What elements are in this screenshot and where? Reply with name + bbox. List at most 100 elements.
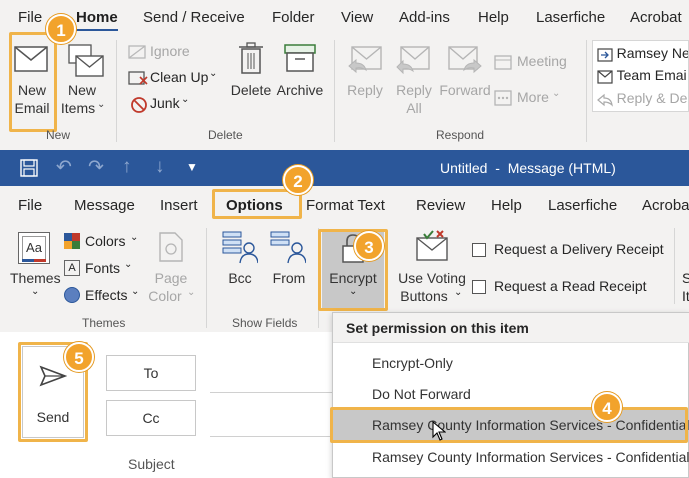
- themes-button[interactable]: Aa Themes ⌄: [10, 228, 61, 304]
- tab-acrobat[interactable]: Acroba: [642, 197, 689, 214]
- menu-item-encrypt-only[interactable]: Encrypt-Only: [332, 348, 689, 379]
- tab-folder[interactable]: Folder: [272, 9, 315, 26]
- checkbox-icon: [472, 280, 486, 294]
- page-color-button[interactable]: Page Color ⌄: [146, 230, 196, 306]
- encrypt-menu-header: Set permission on this item: [333, 313, 689, 343]
- quick-step-label: Ramsey Ne: [616, 45, 689, 61]
- fonts-button[interactable]: A Fonts ⌄: [64, 259, 142, 279]
- truncated-label-1: S: [682, 270, 689, 286]
- page-color-label-2: Color: [148, 288, 182, 304]
- new-items-button[interactable]: New Items ⌄: [60, 40, 112, 120]
- forward-mail-icon: [597, 47, 613, 62]
- cc-field[interactable]: [210, 436, 332, 437]
- archive-icon: [284, 44, 316, 72]
- undo-icon[interactable]: ↶: [56, 156, 72, 179]
- tab-message[interactable]: Message: [74, 197, 135, 214]
- show-fields-group-label: Show Fields: [232, 316, 298, 330]
- forward-icon: [448, 46, 482, 74]
- tab-home[interactable]: Home: [76, 9, 118, 26]
- voting-buttons-button[interactable]: Use Voting Buttons ⌄: [394, 230, 470, 306]
- chevron-down-icon: ⌄: [552, 88, 561, 99]
- reply-arrow-icon: [597, 93, 613, 107]
- highlight-new-email: [9, 32, 57, 132]
- to-label: To: [143, 365, 159, 381]
- tab-send-receive[interactable]: Send / Receive: [143, 9, 245, 26]
- tab-help[interactable]: Help: [478, 9, 509, 26]
- tab-file[interactable]: File: [18, 9, 42, 26]
- subject-label: Subject: [128, 456, 175, 472]
- delete-button[interactable]: Delete: [228, 40, 274, 104]
- cc-label: Cc: [142, 410, 160, 426]
- effects-icon: [64, 287, 80, 303]
- forward-label: Forward: [439, 82, 491, 98]
- clean-up-icon: [128, 71, 148, 85]
- chevron-down-icon: ⌄: [31, 286, 40, 297]
- arrow-up-icon[interactable]: ↑: [122, 156, 132, 178]
- to-field[interactable]: [210, 392, 332, 393]
- highlight-options-tab: [212, 189, 302, 219]
- fonts-icon: A: [64, 260, 80, 276]
- junk-button[interactable]: Junk ⌄: [126, 94, 196, 114]
- highlight-confidential: [330, 407, 688, 443]
- menu-item-do-not-forward[interactable]: Do Not Forward: [332, 379, 689, 410]
- tab-review[interactable]: Review: [416, 197, 465, 214]
- more-label: More: [517, 89, 549, 105]
- voting-icon: [416, 230, 448, 261]
- quick-step-item[interactable]: Ramsey Ne: [597, 45, 689, 63]
- effects-label: Effects: [85, 287, 128, 303]
- forward-button[interactable]: Forward: [438, 42, 492, 102]
- customize-toolbar-icon[interactable]: ▼: [186, 160, 198, 174]
- read-receipt-label: Request a Read Receipt: [494, 278, 647, 294]
- tab-insert[interactable]: Insert: [160, 197, 198, 214]
- chevron-down-icon: ⌄: [181, 94, 190, 105]
- voting-label-2: Buttons: [400, 288, 448, 304]
- clean-up-button[interactable]: Clean Up ⌄: [126, 68, 226, 88]
- from-button[interactable]: From: [266, 230, 312, 290]
- step-badge-3: 3: [354, 231, 384, 261]
- archive-label: Archive: [276, 82, 324, 98]
- read-receipt-checkbox[interactable]: Request a Read Receipt: [472, 277, 672, 297]
- encrypt-menu-header-label: Set permission on this item: [346, 320, 529, 336]
- tab-acrobat[interactable]: Acrobat: [630, 9, 682, 26]
- quick-step-item[interactable]: Reply & De: [597, 90, 687, 108]
- from-label: From: [272, 270, 306, 286]
- more-icon: [494, 90, 512, 106]
- meeting-button[interactable]: Meeting: [494, 52, 574, 72]
- group-divider: [586, 40, 587, 142]
- chevron-down-icon: ⌄: [187, 287, 196, 298]
- chevron-down-icon: ⌄: [454, 287, 463, 298]
- ignore-button[interactable]: Ignore: [126, 42, 196, 62]
- colors-button[interactable]: Colors ⌄: [64, 232, 142, 252]
- clean-up-label: Clean Up: [150, 69, 209, 85]
- to-button[interactable]: To: [106, 355, 196, 391]
- effects-button[interactable]: Effects ⌄: [64, 286, 144, 306]
- delivery-receipt-checkbox[interactable]: Request a Delivery Receipt: [472, 240, 672, 260]
- cc-button[interactable]: Cc: [106, 400, 196, 436]
- tab-file[interactable]: File: [18, 197, 42, 214]
- new-items-icon: [68, 44, 104, 77]
- tab-help[interactable]: Help: [491, 197, 522, 214]
- arrow-down-icon[interactable]: ↓: [155, 156, 165, 178]
- more-button[interactable]: More ⌄: [494, 88, 574, 108]
- quick-step-item[interactable]: Team Emai: [597, 67, 687, 85]
- tab-add-ins[interactable]: Add-ins: [399, 9, 450, 26]
- archive-button[interactable]: Archive: [276, 40, 324, 104]
- colors-label: Colors: [85, 233, 126, 249]
- envelope-icon: [597, 69, 613, 84]
- tab-format-text[interactable]: Format Text: [306, 197, 385, 214]
- chevron-down-icon: ⌄: [131, 286, 140, 297]
- redo-icon[interactable]: ↷: [88, 156, 104, 179]
- tab-view[interactable]: View: [341, 9, 373, 26]
- tab-laserfiche[interactable]: Laserfiche: [548, 197, 617, 214]
- ignore-icon: [128, 45, 146, 59]
- save-icon[interactable]: [20, 159, 38, 177]
- bcc-button[interactable]: Bcc: [218, 230, 262, 290]
- voting-label-1: Use Voting: [398, 270, 466, 286]
- themes-group-label: Themes: [82, 316, 126, 330]
- reply-all-button[interactable]: Reply All: [390, 42, 438, 118]
- tab-laserfiche[interactable]: Laserfiche: [536, 9, 605, 26]
- window-title: Untitled - Message (HTML): [440, 160, 616, 176]
- reply-button[interactable]: Reply: [342, 42, 388, 102]
- group-divider: [334, 40, 335, 142]
- menu-item-confidential-view-only[interactable]: Ramsey County Information Services - Con…: [332, 442, 689, 473]
